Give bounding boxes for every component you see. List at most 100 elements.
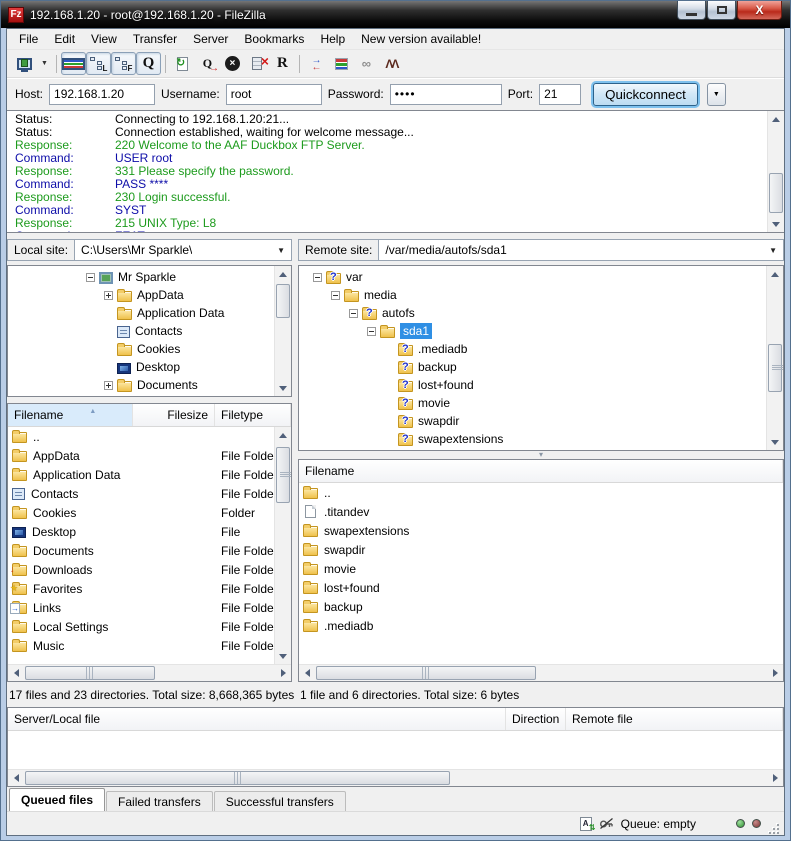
- column-header-filename[interactable]: Filename: [299, 460, 783, 482]
- tree-item[interactable]: swapextensions: [299, 430, 766, 448]
- listing-filter-button[interactable]: [329, 52, 354, 75]
- tree-item[interactable]: Downloads: [8, 394, 274, 397]
- scrollbar-thumb[interactable]: [769, 173, 783, 213]
- tree-item[interactable]: Cookies: [8, 340, 274, 358]
- username-input[interactable]: [226, 84, 322, 105]
- directory-comparison-button[interactable]: →←: [304, 52, 329, 75]
- file-row[interactable]: swapdir: [299, 540, 783, 559]
- file-row[interactable]: DesktopFile: [8, 522, 274, 541]
- scroll-left-arrow-icon[interactable]: [299, 665, 315, 681]
- scrollbar-thumb[interactable]: [316, 666, 536, 680]
- scroll-right-arrow-icon[interactable]: [767, 665, 783, 681]
- tree-item[interactable]: Desktop: [8, 358, 274, 376]
- scroll-down-arrow-icon[interactable]: [767, 434, 783, 450]
- host-input[interactable]: [49, 84, 155, 105]
- menu-new-version-notice[interactable]: New version available!: [353, 30, 489, 48]
- scroll-down-arrow-icon[interactable]: [768, 216, 784, 232]
- resize-grip[interactable]: [768, 823, 780, 835]
- tree-item[interactable]: Mr Sparkle: [8, 268, 274, 286]
- scrollbar-thumb[interactable]: [276, 284, 290, 318]
- file-row[interactable]: LinksFile Folder: [8, 598, 274, 617]
- file-row[interactable]: DownloadsFile Folder: [8, 560, 274, 579]
- disconnect-button[interactable]: ×: [245, 52, 270, 75]
- close-button[interactable]: X: [737, 1, 782, 20]
- file-row[interactable]: backup: [299, 597, 783, 616]
- tree-item[interactable]: swapdir: [299, 412, 766, 430]
- remote-directory-tree[interactable]: var media autofs sda1 .mediadb backup lo…: [298, 265, 784, 451]
- scroll-down-arrow-icon[interactable]: [275, 648, 291, 664]
- menu-view[interactable]: View: [83, 30, 125, 48]
- local-list-vertical-scrollbar[interactable]: [274, 427, 291, 664]
- column-header-server-local-file[interactable]: Server/Local file: [8, 708, 506, 730]
- local-file-list[interactable]: Filename▲ Filesize Filetype .. AppDataFi…: [7, 403, 292, 682]
- remote-site-combobox[interactable]: /var/media/autofs/sda1 ▼: [379, 239, 784, 261]
- scrollbar-thumb[interactable]: [25, 771, 450, 785]
- file-row[interactable]: AppDataFile Folder: [8, 446, 274, 465]
- tree-item[interactable]: movie: [299, 394, 766, 412]
- scroll-up-arrow-icon[interactable]: [275, 427, 291, 443]
- file-row[interactable]: ContactsFile Folder: [8, 484, 274, 503]
- chevron-down-icon[interactable]: ▼: [763, 246, 777, 255]
- remote-file-list[interactable]: Filename .. .titandev swapextensions swa…: [298, 459, 784, 682]
- local-list-horizontal-scrollbar[interactable]: [8, 664, 291, 681]
- transfer-type-icon[interactable]: A: [580, 817, 592, 831]
- file-row[interactable]: lost+found: [299, 578, 783, 597]
- file-row[interactable]: .titandev: [299, 502, 783, 521]
- collapse-icon[interactable]: [367, 327, 376, 336]
- collapse-icon[interactable]: [331, 291, 340, 300]
- menu-help[interactable]: Help: [312, 30, 353, 48]
- refresh-button[interactable]: ↻: [170, 52, 195, 75]
- expand-icon[interactable]: [104, 291, 113, 300]
- collapse-icon[interactable]: [86, 273, 95, 282]
- menu-edit[interactable]: Edit: [46, 30, 83, 48]
- tree-item[interactable]: autofs: [299, 304, 766, 322]
- tree-item[interactable]: var: [299, 268, 766, 286]
- tree-item[interactable]: dvd: [299, 448, 766, 451]
- tree-item[interactable]: Contacts: [8, 322, 274, 340]
- scrollbar-thumb[interactable]: [25, 666, 155, 680]
- tree-item[interactable]: AppData: [8, 286, 274, 304]
- tree-item[interactable]: Documents: [8, 376, 274, 394]
- file-row[interactable]: Local SettingsFile Folder: [8, 617, 274, 636]
- tree-item[interactable]: backup: [299, 358, 766, 376]
- local-site-combobox[interactable]: C:\Users\Mr Sparkle\ ▼: [75, 239, 292, 261]
- password-input[interactable]: [390, 84, 502, 105]
- file-row[interactable]: DocumentsFile Folder: [8, 541, 274, 560]
- menu-file[interactable]: File: [11, 30, 46, 48]
- toggle-message-log-button[interactable]: [61, 52, 86, 75]
- file-row[interactable]: CookiesFolder: [8, 503, 274, 522]
- unencrypted-connection-icon[interactable]: [599, 817, 614, 830]
- tab-successful-transfers[interactable]: Successful transfers: [214, 791, 346, 811]
- chevron-down-icon[interactable]: ▼: [271, 246, 285, 255]
- column-header-filetype[interactable]: Filetype: [215, 404, 291, 426]
- cancel-button[interactable]: ×: [220, 52, 245, 75]
- file-row[interactable]: ..: [299, 483, 783, 502]
- tree-item[interactable]: lost+found: [299, 376, 766, 394]
- port-input[interactable]: [539, 84, 581, 105]
- local-tree-vertical-scrollbar[interactable]: [274, 266, 291, 396]
- transfer-queue[interactable]: Server/Local file Direction Remote file: [7, 707, 784, 787]
- queue-body[interactable]: [8, 731, 783, 769]
- tree-item-selected[interactable]: sda1: [299, 322, 766, 340]
- site-manager-dropdown[interactable]: ▼: [37, 60, 52, 67]
- find-files-button[interactable]: ΛΛ: [379, 52, 404, 75]
- synchronized-browsing-button[interactable]: ∞: [354, 52, 379, 75]
- scroll-up-arrow-icon[interactable]: [767, 266, 783, 282]
- file-row[interactable]: ..: [8, 427, 274, 446]
- scroll-right-arrow-icon[interactable]: [767, 770, 783, 786]
- column-header-filename[interactable]: Filename▲: [8, 404, 133, 426]
- quickconnect-dropdown[interactable]: ▼: [707, 83, 726, 106]
- file-row[interactable]: .mediadb: [299, 616, 783, 635]
- remote-list-horizontal-scrollbar[interactable]: [299, 664, 783, 681]
- titlebar[interactable]: Fz 192.168.1.20 - root@192.168.1.20 - Fi…: [1, 1, 790, 28]
- quickconnect-button[interactable]: Quickconnect: [593, 83, 698, 106]
- scroll-right-arrow-icon[interactable]: [275, 665, 291, 681]
- remote-tree-vertical-scrollbar[interactable]: [766, 266, 783, 450]
- column-header-remote-file[interactable]: Remote file: [566, 708, 783, 730]
- minimize-button[interactable]: [677, 1, 706, 20]
- scroll-left-arrow-icon[interactable]: [8, 665, 24, 681]
- scrollbar-thumb[interactable]: [768, 344, 782, 392]
- tree-item[interactable]: media: [299, 286, 766, 304]
- menu-server[interactable]: Server: [185, 30, 236, 48]
- toggle-remote-tree-button[interactable]: F: [111, 52, 136, 75]
